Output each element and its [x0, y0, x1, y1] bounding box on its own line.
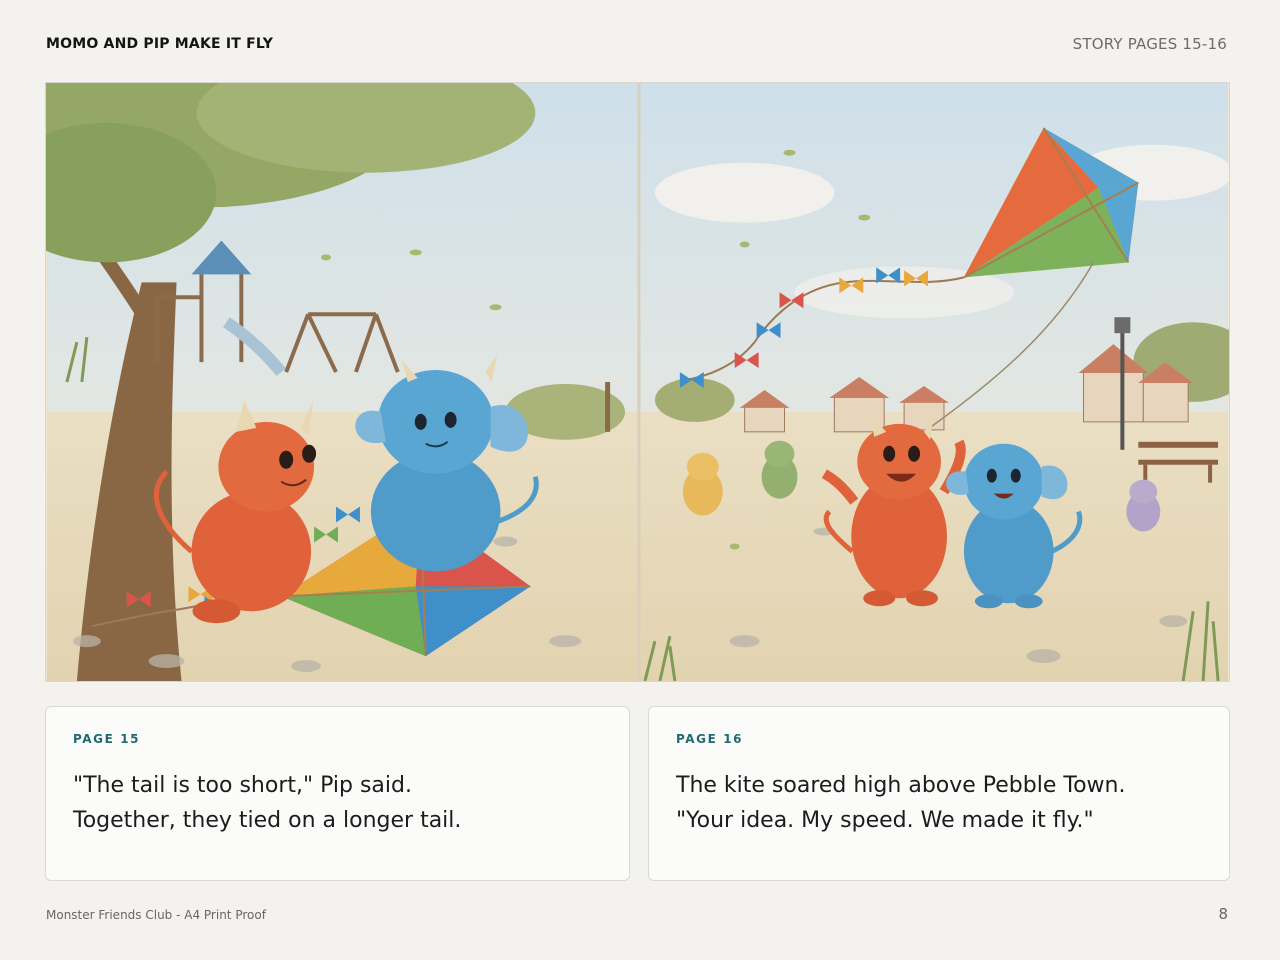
- page-16-card: PAGE 16 The kite soared high above Pebbl…: [648, 706, 1230, 881]
- footer-proof-label: Monster Friends Club - A4 Print Proof: [46, 908, 266, 922]
- page-15-card: PAGE 15 "The tail is too short," Pip sai…: [45, 706, 630, 881]
- book-title: MOMO AND PIP MAKE IT FLY: [46, 36, 274, 52]
- page-label: PAGE 16: [676, 732, 744, 746]
- story-line: "Your idea. My speed. We made it fly.": [676, 808, 1094, 833]
- page-label: PAGE 15: [73, 732, 141, 746]
- story-line: "The tail is too short," Pip said.: [73, 773, 412, 798]
- story-pages-label: STORY PAGES 15-16: [1072, 35, 1227, 53]
- spread-illustration: [45, 82, 1230, 682]
- story-line: The kite soared high above Pebble Town.: [676, 773, 1126, 798]
- story-line: Together, they tied on a longer tail.: [73, 808, 462, 833]
- footer-page-number: 8: [1218, 905, 1228, 923]
